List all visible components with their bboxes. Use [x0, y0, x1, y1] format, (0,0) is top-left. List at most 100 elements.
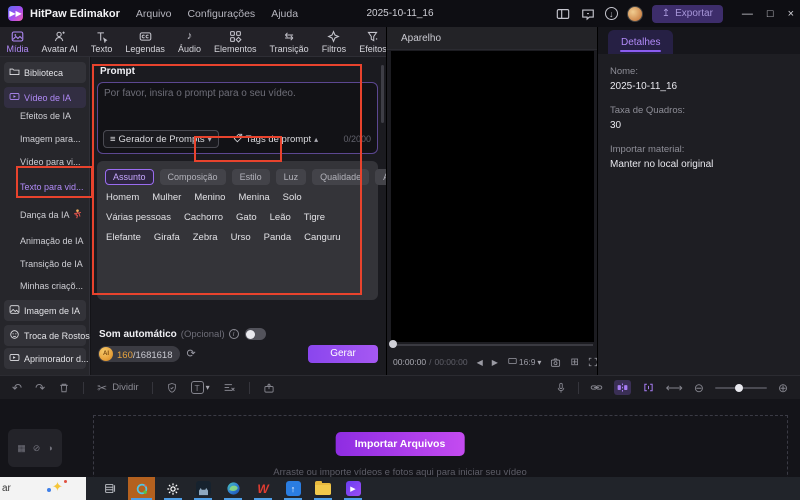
tag-item[interactable]: Elefante [106, 232, 141, 243]
taskbar-search[interactable]: ar ✦ [0, 477, 86, 500]
sidebar-item-danca-da-ia[interactable]: Dança da IA [20, 209, 82, 221]
aspect-ratio-button[interactable]: 16:9 ▾ [508, 357, 541, 367]
sidebar-item-biblioteca[interactable]: Biblioteca [4, 62, 86, 83]
shield-icon[interactable] [166, 382, 178, 394]
sidebar-item-video-de-ia[interactable]: Vídeo de IA [4, 87, 86, 108]
split-label[interactable]: Dividir [112, 382, 138, 393]
undo-icon[interactable]: ↶ [12, 381, 22, 395]
grid-icon[interactable]: ⊞ [570, 357, 578, 368]
export-clip-icon[interactable] [263, 382, 275, 394]
tag-item[interactable]: Zebra [193, 232, 218, 243]
tag-item[interactable]: Panda [264, 232, 291, 243]
scrubber-knob[interactable] [389, 340, 397, 348]
tag-item[interactable]: Urso [231, 232, 251, 243]
zoom-in-icon[interactable]: ⊕ [778, 381, 788, 395]
track-hide-icon[interactable]: ⊘ [33, 443, 41, 454]
previous-frame-button[interactable]: ◀ [477, 358, 483, 367]
snapshot-icon[interactable] [550, 357, 561, 368]
fit-timeline-icon[interactable]: ⟷ [666, 381, 683, 395]
edge-browser-icon[interactable] [221, 477, 245, 500]
download-icon[interactable]: ↓ [604, 7, 618, 20]
track-lock-icon[interactable]: ◑ [47, 443, 52, 453]
sidebar-item-video-para[interactable]: Vídeo para vi... [20, 157, 81, 167]
tab-elementos[interactable]: Elementos [207, 27, 263, 57]
zoom-out-icon[interactable]: ⊖ [694, 381, 704, 395]
tag-item[interactable]: Cachorro [184, 212, 223, 223]
sidebar-item-imagem-para[interactable]: Imagem para... [20, 134, 81, 144]
tab-legendas[interactable]: Legendas [119, 27, 172, 57]
close-button[interactable]: × [788, 8, 794, 20]
minimize-button[interactable]: — [742, 8, 753, 20]
tag-item[interactable]: Gato [236, 212, 257, 223]
tab-midia[interactable]: Mídia [0, 27, 35, 57]
tag-item[interactable]: Solo [283, 192, 302, 203]
zoom-slider-knob[interactable] [734, 383, 743, 392]
sidebar-item-animacao-de-ia[interactable]: Animação de IA [20, 236, 84, 246]
file-explorer-icon[interactable] [311, 477, 335, 500]
import-files-button[interactable]: Importar Arquivos [335, 432, 465, 456]
tag-item[interactable]: Tigre [304, 212, 325, 223]
dev-app-icon[interactable] [191, 477, 215, 500]
tag-item[interactable]: Menina [238, 192, 269, 203]
split-icon[interactable]: ✂ [97, 381, 107, 395]
settings-app-icon[interactable] [161, 477, 185, 500]
sidebar-item-minhas-criacoes[interactable]: Minhas criaçõ... [20, 281, 83, 291]
layout-panels-icon[interactable] [555, 6, 571, 22]
feedback-icon[interactable] [580, 6, 596, 22]
tab-audio[interactable]: ♪ Áudio [171, 27, 207, 57]
scrollbar[interactable] [381, 65, 384, 123]
hitpaw-app-icon[interactable]: ▶ [341, 477, 365, 500]
tag-item[interactable]: Girafa [154, 232, 180, 243]
tag-category-composicao[interactable]: Composição [159, 169, 226, 185]
sidebar-item-texto-para-video[interactable]: Texto para vid... [20, 182, 84, 192]
tag-category-luz[interactable]: Luz [275, 169, 307, 185]
prompt-textarea[interactable] [104, 88, 371, 126]
user-avatar[interactable] [626, 5, 643, 22]
tag-item[interactable]: Canguru [304, 232, 340, 243]
task-view-icon[interactable] [98, 477, 122, 500]
link-clips-icon[interactable] [590, 381, 603, 394]
split-preview-icon[interactable] [642, 381, 655, 394]
sidebar-item-transicao-de-ia[interactable]: Transição de IA [20, 259, 83, 269]
menu-configuracoes[interactable]: Configurações [187, 8, 255, 20]
tab-texto[interactable]: Texto [84, 27, 119, 57]
maximize-button[interactable]: □ [767, 8, 774, 20]
tag-item[interactable]: Homem [106, 192, 139, 203]
microphone-icon[interactable] [555, 382, 567, 394]
export-button[interactable]: ↥ Exportar [651, 4, 723, 23]
tab-avatar-ai[interactable]: Avatar AI [35, 27, 84, 57]
docs-app-icon[interactable]: ↑ [281, 477, 305, 500]
tag-item[interactable]: Leão [270, 212, 291, 223]
tag-item[interactable]: Mulher [152, 192, 181, 203]
play-button[interactable]: ▶ [492, 358, 498, 367]
remove-tracks-icon[interactable] [223, 381, 236, 394]
tab-filtros[interactable]: Filtros [315, 27, 353, 57]
menu-ajuda[interactable]: Ajuda [271, 8, 298, 20]
tab-transicao[interactable]: ⇆ Transição [263, 27, 315, 57]
timeline-zoom-slider[interactable] [714, 383, 767, 392]
menu-arquivo[interactable]: Arquivo [136, 8, 172, 20]
prompt-tags-button[interactable]: Tags de prompt ▴ [233, 133, 318, 146]
screen-recorder-app-icon[interactable] [128, 477, 155, 500]
wps-office-icon[interactable]: W [251, 477, 275, 500]
sidebar-item-aprimorador[interactable]: Aprimorador d... [4, 348, 89, 369]
prompt-generator-button[interactable]: ≡ Gerador de Prompts ▾ [103, 130, 219, 148]
tag-item[interactable]: Várias pessoas [106, 212, 171, 223]
tag-category-estilo[interactable]: Estilo [231, 169, 270, 185]
video-preview[interactable] [391, 51, 594, 342]
tag-item[interactable]: Menino [194, 192, 225, 203]
redo-icon[interactable]: ↷ [35, 381, 45, 395]
sidebar-item-imagem-de-ia[interactable]: Imagem de IA [4, 300, 86, 321]
preview-scrubber[interactable] [391, 344, 593, 346]
auto-sound-toggle[interactable] [244, 328, 266, 340]
sidebar-item-efeitos-de-ia[interactable]: Efeitos de IA [20, 111, 71, 121]
delete-icon[interactable] [58, 382, 70, 394]
tag-category-qualidade[interactable]: Qualidade [312, 169, 370, 185]
tab-detalhes[interactable]: Detalhes [608, 30, 674, 54]
auto-ripple-icon[interactable] [613, 380, 631, 395]
text-tool-button[interactable]: T ▾ [190, 381, 210, 394]
refresh-icon[interactable]: ⟳ [186, 347, 195, 360]
generate-button[interactable]: Gerar [308, 344, 378, 363]
tag-category-assunto[interactable]: Assunto [105, 169, 154, 185]
sidebar-item-troca-de-rostos[interactable]: Troca de Rostos [4, 325, 90, 346]
